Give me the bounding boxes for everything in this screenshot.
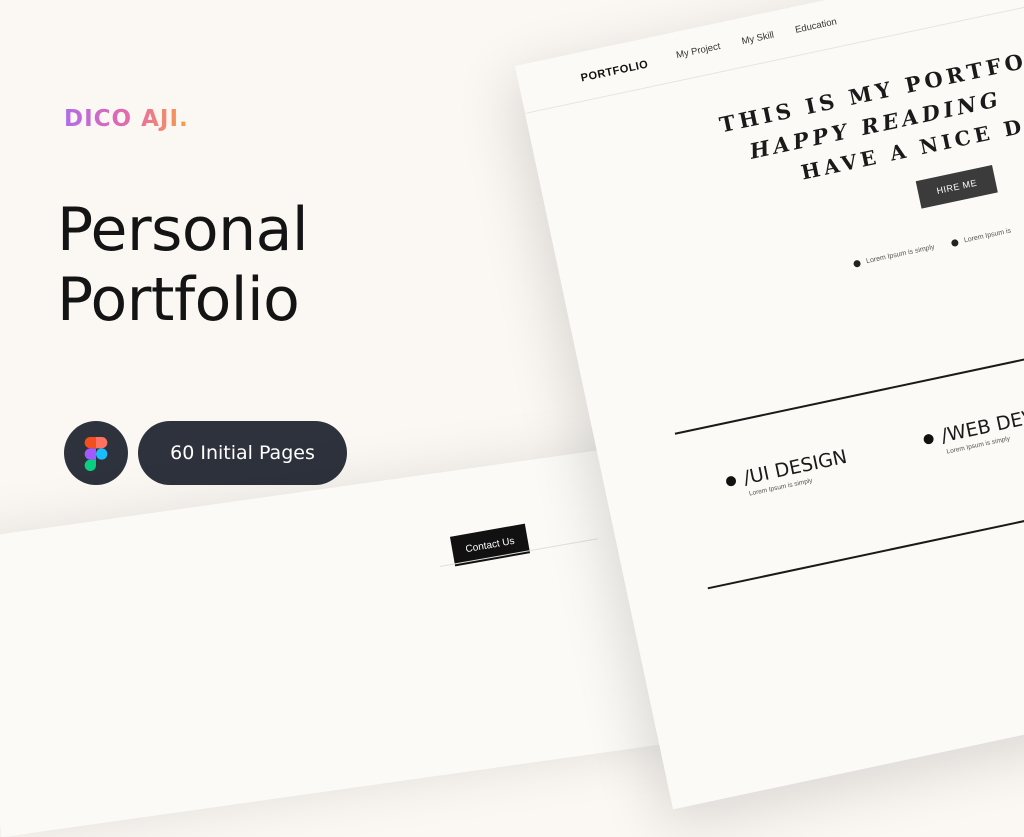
mockup-nav: My Project My Skill Education (675, 16, 838, 61)
nav-item-my-project[interactable]: My Project (675, 41, 721, 61)
bullet-item: Lorem Ipsum is (950, 228, 1012, 248)
hire-me-button[interactable]: HIRE ME (915, 164, 998, 209)
secondary-page-mockup (0, 443, 686, 837)
figma-badge (64, 421, 128, 485)
bullet-dot-icon (950, 238, 960, 248)
bullet-dot-icon (922, 433, 935, 446)
hero-title-line-2: Portfolio (57, 265, 300, 335)
bullet-dot-icon (725, 475, 737, 488)
bullet-dot-icon (852, 259, 862, 268)
service-ui-design: /UI DESIGN Lorem Ipsum is simply (724, 446, 851, 502)
initial-pages-pill: 60 Initial Pages (138, 421, 347, 485)
section-divider (674, 303, 1024, 435)
brand-logo: DICO AJI. (64, 106, 189, 132)
nav-item-education[interactable]: Education (794, 16, 838, 36)
figma-icon (84, 437, 108, 471)
mockup-logo: PORTFOLIO (579, 58, 650, 85)
hero-title-line-1: Personal (57, 195, 309, 265)
hero-title: Personal Portfolio (57, 195, 309, 335)
service-web-dev: /WEB DEV Lorem Ipsum is simply (921, 406, 1024, 460)
nav-item-my-skill[interactable]: My Skill (741, 30, 775, 48)
bullet-item: Lorem Ipsum is simply (852, 244, 935, 268)
